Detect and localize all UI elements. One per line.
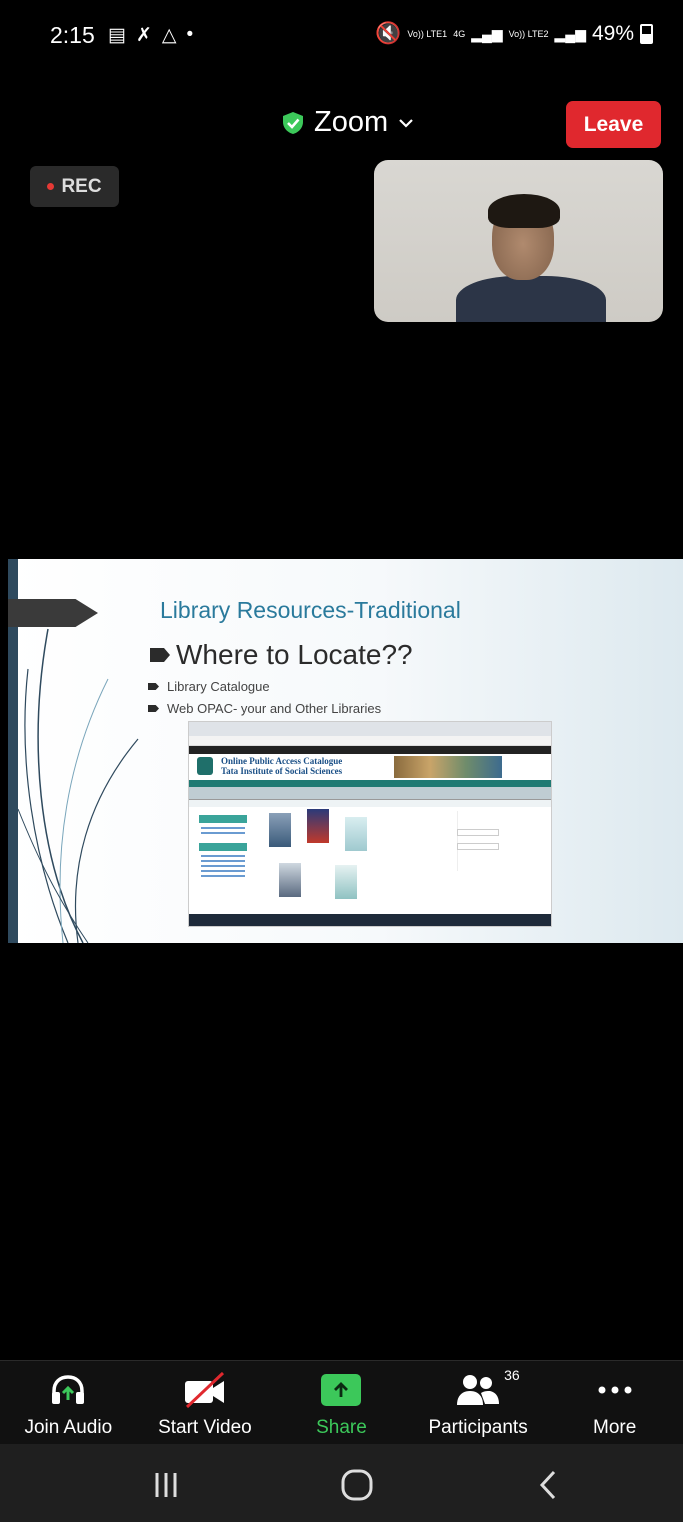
missed-call-icon: ✗ — [135, 25, 152, 46]
book-cover — [269, 813, 291, 847]
battery-percent: 49% — [591, 22, 634, 45]
slide-bullet-item: Library Catalogue — [148, 679, 270, 694]
mute-icon: 🔇 — [375, 22, 402, 45]
headphones-icon — [52, 1375, 85, 1404]
browser-address-bar — [189, 736, 551, 746]
back-chevron-icon — [539, 1470, 556, 1500]
opac-login-field — [457, 829, 499, 836]
recording-indicator: REC — [30, 166, 119, 207]
opac-banner-image — [394, 756, 502, 778]
more-notifications-dot-icon: • — [186, 24, 194, 45]
opac-topbar — [189, 746, 551, 754]
book-cover — [307, 809, 329, 843]
network-lte1-label: Vo)) LTE1 — [407, 28, 448, 39]
share-box-icon — [321, 1374, 362, 1406]
participants-count: 36 — [504, 1367, 520, 1383]
opac-search-bar — [189, 787, 551, 800]
rec-label: REC — [61, 175, 102, 197]
participant-video-thumbnail[interactable] — [374, 160, 663, 322]
status-bar: 2:15 ▤ ✗ △ • 🔇 Vo)) LTE1 4G ▂▄▆ Vo)) LTE… — [0, 0, 683, 72]
slide-bullet-text: Web OPAC- your and Other Libraries — [167, 701, 382, 716]
network-lte2-label: Vo)) LTE2 — [508, 28, 549, 39]
opac-sidebar-link — [201, 832, 245, 834]
arrow-bullet-icon — [148, 705, 159, 712]
share-label: Share — [316, 1417, 367, 1438]
start-video-button[interactable]: Start Video — [137, 1361, 274, 1445]
slide-subtitle: Where to Locate?? — [176, 639, 413, 670]
arrow-up-icon — [334, 1382, 349, 1397]
back-button[interactable] — [512, 1464, 572, 1504]
participants-label: Participants — [428, 1417, 528, 1438]
status-right-group: 🔇 Vo)) LTE1 4G ▂▄▆ Vo)) LTE2 ▂▄▆ 49% — [375, 22, 653, 46]
network-4g-label: 4G — [453, 28, 466, 39]
opac-title-2: Tata Institute of Social Sciences — [221, 766, 343, 776]
start-video-label: Start Video — [158, 1417, 252, 1438]
meeting-title-dropdown[interactable]: Zoom — [282, 106, 414, 139]
opac-sidebar-link — [201, 860, 245, 862]
news-notification-icon: ▤ — [108, 25, 126, 46]
participant-body — [456, 276, 606, 322]
participants-button[interactable]: 36 Participants — [410, 1361, 547, 1445]
opac-content — [189, 807, 551, 907]
opac-sidebar-link — [201, 827, 245, 829]
recent-apps-button[interactable] — [130, 1464, 190, 1504]
more-label: More — [593, 1417, 637, 1438]
signal-icon: ▂▄▆ — [471, 25, 503, 42]
participant-hair — [488, 194, 560, 228]
share-button[interactable]: Share — [273, 1361, 410, 1445]
shield-check-icon — [283, 111, 303, 134]
more-button[interactable]: More — [546, 1361, 683, 1445]
chevron-down-icon — [399, 118, 413, 128]
opac-title-1: Online Public Access Catalogue — [221, 756, 343, 766]
leave-button[interactable]: Leave — [566, 101, 661, 148]
slide-bullet-text: Library Catalogue — [167, 679, 270, 694]
more-dots-icon — [598, 1386, 632, 1394]
battery-icon — [640, 24, 653, 44]
opac-breadcrumb — [189, 800, 551, 807]
opac-banner: Online Public Access Catalogue Tata Inst… — [189, 754, 551, 780]
opac-sidebar-link — [201, 870, 245, 872]
opac-sidebar-link — [201, 855, 245, 857]
android-navigation-bar — [0, 1444, 683, 1522]
book-cover — [279, 863, 301, 897]
notification-icons: ▤ ✗ △ • — [108, 24, 193, 47]
opac-sidebar-link — [201, 875, 245, 877]
meeting-title: Zoom — [314, 106, 389, 138]
join-audio-label: Join Audio — [24, 1417, 113, 1438]
join-audio-button[interactable]: Join Audio — [0, 1361, 137, 1445]
opac-login-panel — [457, 811, 528, 871]
recent-apps-icon — [155, 1473, 177, 1497]
windows-taskbar — [189, 914, 551, 926]
opac-sidebar-header — [199, 843, 247, 851]
tiss-logo — [197, 757, 213, 775]
opac-sidebar-header — [199, 815, 247, 823]
opac-login-field — [457, 843, 499, 850]
home-icon — [341, 1469, 373, 1501]
video-off-icon — [184, 1372, 224, 1408]
arrow-bullet-icon — [150, 648, 170, 662]
meeting-toolbar: Join Audio Start Video Share 36 Particip… — [0, 1360, 683, 1445]
book-cover — [335, 865, 357, 899]
browser-tabs — [189, 722, 551, 736]
status-time: 2:15 — [50, 22, 95, 48]
drive-notification-icon: △ — [161, 25, 177, 46]
home-button[interactable] — [321, 1464, 381, 1504]
shared-screen-slide[interactable]: Library Resources-Traditional Where to L… — [8, 559, 683, 943]
slide-subtitle-row: Where to Locate?? — [150, 639, 413, 671]
opac-nav — [189, 780, 551, 787]
slide-bullet-item: Web OPAC- your and Other Libraries — [148, 701, 381, 716]
arrow-bullet-icon — [148, 683, 159, 690]
opac-screenshot-image: Online Public Access Catalogue Tata Inst… — [188, 721, 552, 927]
rec-dot-icon — [47, 183, 55, 190]
participants-icon — [457, 1375, 500, 1405]
slide-title: Library Resources-Traditional — [160, 597, 461, 623]
opac-sidebar-link — [201, 865, 245, 867]
book-cover — [345, 817, 367, 851]
signal-icon-2: ▂▄▆ — [554, 25, 586, 42]
